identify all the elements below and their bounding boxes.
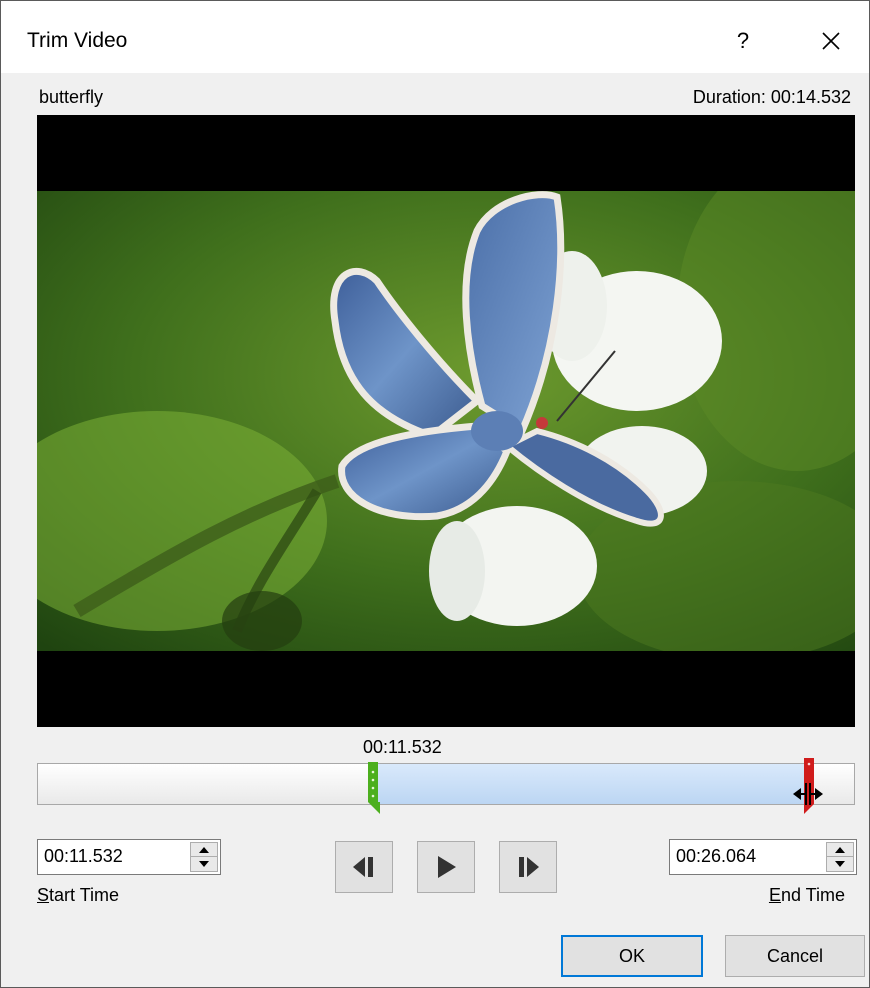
start-time-input[interactable] xyxy=(38,840,178,872)
video-name: butterfly xyxy=(39,87,104,107)
next-frame-icon xyxy=(519,857,539,877)
title-bar: Trim Video ? xyxy=(1,1,869,73)
start-time-spin-buttons xyxy=(190,842,218,872)
start-time-label-accel: S xyxy=(37,885,50,905)
close-button[interactable] xyxy=(809,19,853,63)
video-frame-image xyxy=(37,191,855,651)
spin-up-icon xyxy=(835,846,845,853)
start-time-label-text: tart Time xyxy=(49,885,120,905)
help-button[interactable]: ? xyxy=(721,19,765,63)
start-time-increment-button[interactable] xyxy=(191,843,217,857)
help-icon: ? xyxy=(736,28,750,53)
resize-cursor-icon xyxy=(793,783,823,805)
spin-down-icon xyxy=(835,861,845,867)
trim-timeline[interactable] xyxy=(37,758,855,814)
trim-video-dialog: Trim Video ? butterfly Duration: 00:14.5… xyxy=(0,0,870,988)
previous-frame-button[interactable] xyxy=(335,841,393,893)
close-icon xyxy=(822,32,840,50)
spin-down-icon xyxy=(199,861,209,867)
ok-button[interactable]: OK xyxy=(561,935,703,977)
end-time-label: End Time xyxy=(769,885,845,906)
end-time-input[interactable] xyxy=(670,840,810,872)
next-frame-button[interactable] xyxy=(499,841,557,893)
start-time-decrement-button[interactable] xyxy=(191,857,217,871)
video-preview[interactable] xyxy=(37,115,855,727)
start-time-label: Start Time xyxy=(37,885,119,906)
end-time-spinner xyxy=(669,839,857,875)
end-time-label-text: nd Time xyxy=(780,885,845,905)
previous-frame-icon xyxy=(353,857,373,877)
cancel-button[interactable]: Cancel xyxy=(725,935,865,977)
start-time-spinner xyxy=(37,839,221,875)
duration-label: Duration: 00:14.532 xyxy=(692,87,851,107)
end-time-increment-button[interactable] xyxy=(827,843,853,857)
play-icon xyxy=(438,856,456,878)
play-button[interactable] xyxy=(417,841,475,893)
dialog-title: Trim Video xyxy=(27,29,128,52)
current-time-label: 00:11.532 xyxy=(363,737,442,757)
end-time-spin-buttons xyxy=(826,842,854,872)
start-trim-handle[interactable] xyxy=(368,762,382,814)
end-time-label-accel: E xyxy=(768,885,781,905)
selected-range xyxy=(371,764,808,804)
spin-up-icon xyxy=(199,846,209,853)
end-time-decrement-button[interactable] xyxy=(827,857,853,871)
